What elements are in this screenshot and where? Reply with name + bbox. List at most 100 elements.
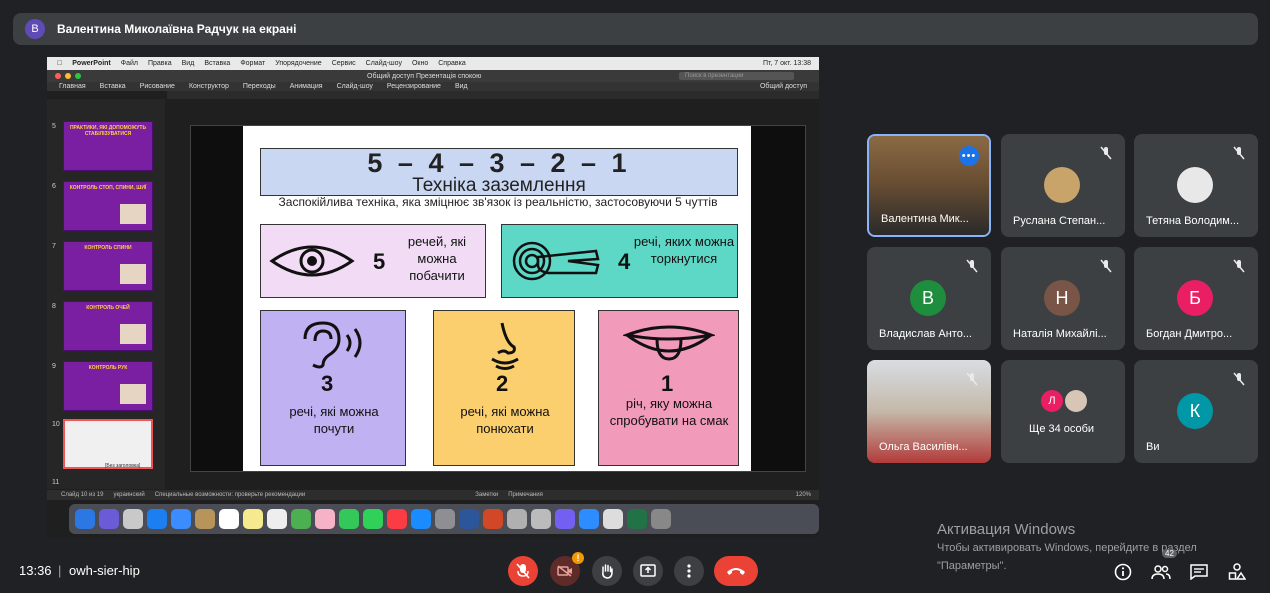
language: украинский [113, 492, 145, 498]
ribbon-tab: Анимация [289, 83, 323, 90]
raise-hand-button[interactable] [592, 556, 622, 586]
slide-thumbnails: 5 ПРАКТИКИ, ЯКІ ДОПОМОЖУТЬ СТАБІЛІЗУВАТИ… [47, 99, 165, 489]
chat-icon [1190, 564, 1208, 580]
downloads-icon [531, 509, 551, 529]
participant-tile[interactable]: Руслана Степан... [1001, 134, 1125, 237]
participant-name: Богдан Дмитро... [1146, 328, 1233, 340]
separator: | [58, 563, 62, 578]
sense-box-hearing: 3 речі, які можна почути [260, 310, 406, 466]
photos-icon [315, 509, 335, 529]
participant-name: Ви [1146, 441, 1160, 453]
hand-touch-icon [512, 241, 600, 281]
apple-icon:  [57, 60, 62, 67]
sense-box-sight: 5 речей, які можна побачити [260, 224, 486, 298]
participant-tile[interactable]: Ольга Василівн... [867, 360, 991, 463]
ribbon-tab: Вид [454, 83, 468, 90]
more-options-icon[interactable]: ••• [959, 146, 979, 166]
mic-off-icon [966, 259, 978, 273]
chat-button[interactable] [1188, 561, 1210, 583]
sense-box-touch: 4 речі, яких можна торкнутися [501, 224, 738, 298]
heading-numbers: 5 – 4 – 3 – 2 – 1 [367, 148, 631, 178]
mic-off-icon [966, 372, 978, 386]
thumb-title: КОНТРОЛЬ ОЧЕЙ [86, 305, 130, 311]
slide-counter: Слайд 10 из 19 [61, 492, 104, 498]
mic-off-icon [1100, 146, 1112, 160]
slide-thumbnail: ПРАКТИКИ, ЯКІ ДОПОМОЖУТЬ СТАБІЛІЗУВАТИСЯ [63, 121, 153, 171]
thumb-number: 7 [52, 243, 56, 250]
participant-avatar: Б [1177, 280, 1213, 316]
contacts-icon [195, 509, 215, 529]
zoom-level: 120% [795, 492, 811, 498]
present-screen-button[interactable] [633, 556, 663, 586]
participant-name: Тетяна Володим... [1146, 215, 1240, 227]
participant-tile[interactable]: Тетяна Володим... [1134, 134, 1258, 237]
mail-icon [171, 509, 191, 529]
mac-clock: Пт, 7 окт. 13:38 [762, 60, 811, 67]
participant-name: Ольга Василівн... [879, 441, 968, 453]
camera-toggle-button[interactable]: ! [550, 552, 584, 586]
ribbon-tab: Конструктор [188, 83, 229, 90]
thumb-image [120, 324, 146, 344]
meeting-info-button[interactable] [1112, 561, 1134, 583]
slide-thumbnail-selected: [Без заголовка] [63, 419, 153, 469]
self-tile[interactable]: К Ви [1134, 360, 1258, 463]
menu-item: Вид [176, 60, 195, 67]
info-icon [1114, 563, 1132, 581]
others-tile[interactable]: Л Ще 34 особи [1001, 360, 1125, 463]
participant-tile[interactable]: Б Богдан Дмитро... [1134, 247, 1258, 350]
thumb-number: 10 [52, 421, 60, 428]
ribbon-tab: Рецензирование [386, 83, 441, 90]
participant-tile[interactable]: ••• Валентина Мик... [867, 134, 991, 237]
messages-icon [339, 509, 359, 529]
textedit-icon [603, 509, 623, 529]
preview-icon [507, 509, 527, 529]
slide-thumbnail: КОНТРОЛЬ СТОП, СПИНИ, ШИЇ [63, 181, 153, 231]
menu-item: Окно [406, 60, 428, 67]
thumb-image [120, 264, 146, 284]
participant-avatar [1065, 390, 1087, 412]
warning-badge: ! [572, 552, 584, 564]
meeting-code: owh-sier-hip [69, 563, 140, 578]
minimize-dot-icon [65, 73, 71, 79]
thumb-number: 6 [52, 183, 56, 190]
thumb-number: 11 [52, 479, 60, 486]
mac-dock [69, 504, 819, 534]
heading-title: Техніка заземлення [412, 175, 586, 196]
comments-button: Примечания [508, 492, 543, 498]
mouth-tongue-icon [623, 325, 715, 361]
participant-tile[interactable]: Н Наталія Михайлі... [1001, 247, 1125, 350]
people-icon [1151, 565, 1171, 580]
box-number: 1 [661, 371, 674, 396]
eye-icon [269, 245, 355, 277]
slide-heading: 5 – 4 – 3 – 2 – 1 Техніка заземлення [260, 148, 738, 196]
menu-item: Справка [433, 60, 465, 67]
ear-icon [303, 321, 362, 369]
leave-call-button[interactable] [714, 556, 758, 586]
zoom-dot-icon [75, 73, 81, 79]
shared-screen:  PowerPoint Файл Правка Вид Вставка Фор… [47, 57, 819, 538]
nose-icon [491, 322, 519, 370]
menu-item: Сервис [326, 60, 356, 67]
word-icon [459, 509, 479, 529]
box-text: речей, які можна побачити [407, 234, 467, 283]
participant-avatar [1177, 167, 1213, 203]
slide-thumbnail: КОНТРОЛЬ СПИНИ [63, 241, 153, 291]
viber-icon [555, 509, 575, 529]
participant-name: Руслана Степан... [1013, 215, 1106, 227]
mic-off-icon [1100, 259, 1112, 273]
thumb-title: ПРАКТИКИ, ЯКІ ДОПОМОЖУТЬ СТАБІЛІЗУВАТИСЯ [69, 125, 147, 137]
mic-toggle-button[interactable] [508, 556, 538, 586]
thumb-number: 9 [52, 363, 56, 370]
participant-avatar: В [910, 280, 946, 316]
menu-item: Файл [115, 60, 138, 67]
thumb-image [120, 384, 146, 404]
more-options-button[interactable] [674, 556, 704, 586]
mic-off-icon [1233, 146, 1245, 160]
participant-tile[interactable]: В Владислав Анто... [867, 247, 991, 350]
mac-menubar:  PowerPoint Файл Правка Вид Вставка Фор… [47, 57, 819, 70]
participant-avatar: Л [1041, 390, 1063, 412]
thumb-title: КОНТРОЛЬ СТОП, СПИНИ, ШИЇ [69, 185, 147, 191]
activities-button[interactable] [1226, 561, 1248, 583]
slide-subtitle: Заспокійлива техніка, яка зміцнює зв'язо… [278, 195, 718, 209]
people-button[interactable] [1150, 561, 1172, 583]
